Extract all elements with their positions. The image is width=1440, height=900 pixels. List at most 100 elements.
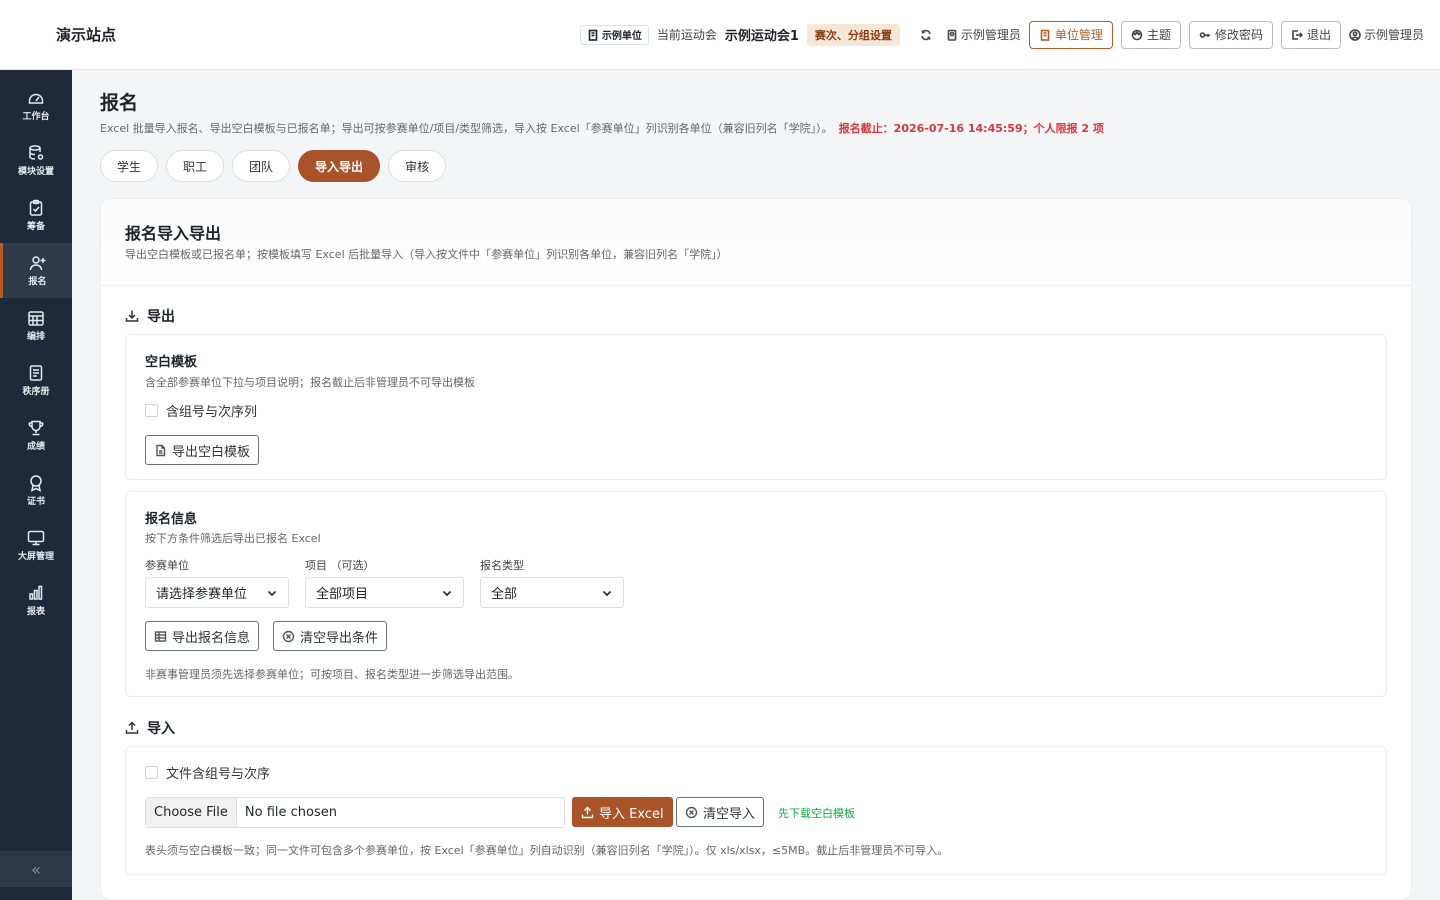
import-hint: 表头须与空白模板一致；同一文件可包含多个参赛单位，按 Excel「参赛单位」列自… [145, 844, 949, 857]
blank-template-box: 空白模板 含全部参赛单位下拉与项目说明；报名截止后非管理员不可导出模板 含组号与… [125, 334, 1387, 480]
award-icon [30, 475, 42, 492]
file-input[interactable]: Choose File No file chosen [145, 797, 565, 828]
admin-role-label: 示例管理员 [960, 28, 1021, 42]
file-icon [156, 444, 166, 456]
chevron-down-icon [267, 590, 277, 596]
current-meet-label: 当前运动会 [656, 28, 717, 42]
download-template-link[interactable]: 先下载空白模板 [778, 805, 855, 821]
key-icon [1199, 31, 1210, 38]
table-icon [154, 630, 167, 642]
registration-info-title: 报名信息 [145, 512, 198, 527]
top-header: 演示站点 示例单位 当前运动会 示例运动会1 赛次、分组设置 示例管理员 单位管… [0, 0, 1440, 70]
checkbox-square[interactable] [145, 404, 158, 417]
registration-type-select[interactable]: 全部 [480, 577, 624, 608]
panel-header: 报名导入导出 导出空白模板或已报名单；按模板填写 Excel 后批量导入（导入按… [101, 199, 1411, 286]
building-icon [1040, 29, 1050, 41]
bar-chart-icon [29, 585, 43, 600]
deadline-notice: 报名截止：2026-07-16 14:45:59；个人限报 2 项 [838, 122, 1104, 135]
logout-button[interactable]: 退出 [1280, 20, 1341, 49]
unit-tag-label: 示例单位 [601, 31, 642, 42]
panel-subtitle: 导出空白模板或已报名单；按模板填写 Excel 后批量导入（导入按文件中「参赛单… [125, 248, 728, 261]
checkbox-square[interactable] [145, 766, 158, 779]
change-password-button[interactable]: 修改密码 [1188, 20, 1273, 49]
database-settings-icon [29, 145, 44, 160]
sidebar-item-reports[interactable]: 报表 [0, 573, 72, 628]
sidebar-item-dashboard[interactable]: 工作台 [0, 78, 72, 133]
header-toolbar: 示例单位 当前运动会 示例运动会1 赛次、分组设置 示例管理员 单位管理 主题 … [579, 20, 1424, 49]
unit-field-label: 参赛单位 [145, 559, 189, 572]
monitor-icon [27, 530, 45, 546]
clear-import-button[interactable]: 清空导入 [676, 797, 765, 827]
admin-role: 示例管理员 [946, 26, 1021, 43]
theme-button[interactable]: 主题 [1120, 20, 1181, 49]
badge-icon [947, 29, 957, 41]
sidebar-item-certificates[interactable]: 证书 [0, 463, 72, 518]
include-group-order-checkbox[interactable]: 含组号与次序列 [145, 401, 257, 420]
chevron-down-icon [442, 590, 452, 596]
sidebar-item-big-screen[interactable]: 大屏管理 [0, 518, 72, 573]
chevron-down-icon [602, 590, 612, 596]
file-has-group-order-checkbox[interactable]: 文件含组号与次序 [145, 763, 270, 782]
unit-select[interactable]: 请选择参赛单位 [145, 577, 289, 608]
registration-tabs: 学生 职工 团队 导入导出 审核 [100, 150, 447, 182]
import-export-panel: 报名导入导出 导出空白模板或已报名单；按模板填写 Excel 后批量导入（导入按… [100, 198, 1412, 900]
page-description-text: Excel 批量导入报名、导出空白模板与已报名单；导出可按参赛单位/项目/类型筛… [100, 122, 833, 135]
upload-icon [125, 721, 139, 734]
current-meet-name: 示例运动会1 [724, 29, 799, 44]
export-section-title: 导出 [125, 306, 175, 326]
file-status: No file chosen [244, 805, 337, 820]
building-icon [588, 29, 598, 41]
blank-template-title: 空白模板 [145, 355, 198, 370]
import-excel-button[interactable]: 导入 Excel [572, 797, 673, 827]
export-blank-template-button[interactable]: 导出空白模板 [145, 435, 260, 465]
user-menu[interactable]: 示例管理员 [1349, 26, 1424, 43]
export-hint: 非赛事管理员须先选择参赛单位；可按项目、报名类型进一步筛选导出范围。 [145, 668, 519, 681]
sidebar-item-registration[interactable]: 报名 [0, 243, 72, 298]
tab-staff[interactable]: 职工 [166, 150, 225, 182]
page-description: Excel 批量导入报名、导出空白模板与已报名单；导出可按参赛单位/项目/类型筛… [100, 120, 1420, 136]
circle-x-icon [282, 630, 295, 642]
tab-students[interactable]: 学生 [100, 150, 159, 182]
blank-template-subtitle: 含全部参赛单位下拉与项目说明；报名截止后非管理员不可导出模板 [145, 376, 475, 389]
clear-export-conditions-button[interactable]: 清空导出条件 [273, 621, 388, 651]
unit-tag[interactable]: 示例单位 [579, 24, 649, 45]
sidebar-collapse-button[interactable]: « [0, 851, 72, 887]
sidebar-item-results[interactable]: 成绩 [0, 408, 72, 463]
sidebar-item-module-settings[interactable]: 模块设置 [0, 133, 72, 188]
tab-import-export[interactable]: 导入导出 [298, 150, 381, 182]
trophy-icon [28, 420, 44, 436]
circle-x-icon [685, 806, 698, 818]
dashboard-icon [28, 93, 44, 104]
download-icon [125, 310, 139, 322]
calendar-grid-icon [28, 311, 44, 326]
unit-manage-button[interactable]: 单位管理 [1028, 20, 1113, 49]
double-chevron-left-icon: « [31, 859, 41, 879]
sidebar-item-scheduling[interactable]: 编排 [0, 298, 72, 353]
logout-icon [1292, 29, 1303, 40]
user-circle-icon [1349, 28, 1361, 41]
sidebar: 工作台 模块设置 筹备 报名 编排 秩序册 成绩 证书 大屏管理 报表 « [0, 70, 72, 900]
sidebar-item-preparation[interactable]: 筹备 [0, 188, 72, 243]
round-group-tag[interactable]: 赛次、分组设置 [806, 23, 900, 46]
registration-info-box: 报名信息 按下方条件筛选后导出已报名 Excel 参赛单位 请选择参赛单位 项目… [125, 491, 1387, 697]
user-add-icon [29, 256, 45, 271]
registration-info-subtitle: 按下方条件筛选后导出已报名 Excel [145, 532, 321, 545]
import-box: 文件含组号与次序 Choose File No file chosen 导入 E… [125, 746, 1387, 875]
import-section-title: 导入 [125, 718, 175, 738]
book-list-icon [29, 365, 43, 381]
page-title: 报名 [100, 92, 139, 114]
panel-title: 报名导入导出 [125, 224, 222, 243]
event-select[interactable]: 全部项目 [305, 577, 464, 608]
type-field-label: 报名类型 [480, 559, 524, 572]
sidebar-item-program-book[interactable]: 秩序册 [0, 353, 72, 408]
upload-icon [581, 806, 594, 818]
tab-teams[interactable]: 团队 [232, 150, 291, 182]
palette-icon [1131, 29, 1143, 40]
event-field-label: 项目 （可选） [305, 559, 375, 572]
tab-review[interactable]: 审核 [388, 150, 447, 182]
choose-file-button[interactable]: Choose File [146, 798, 237, 827]
refresh-icon[interactable] [920, 29, 932, 41]
export-registration-button[interactable]: 导出报名信息 [145, 621, 260, 651]
site-title: 演示站点 [56, 26, 117, 44]
clipboard-icon [29, 199, 43, 216]
